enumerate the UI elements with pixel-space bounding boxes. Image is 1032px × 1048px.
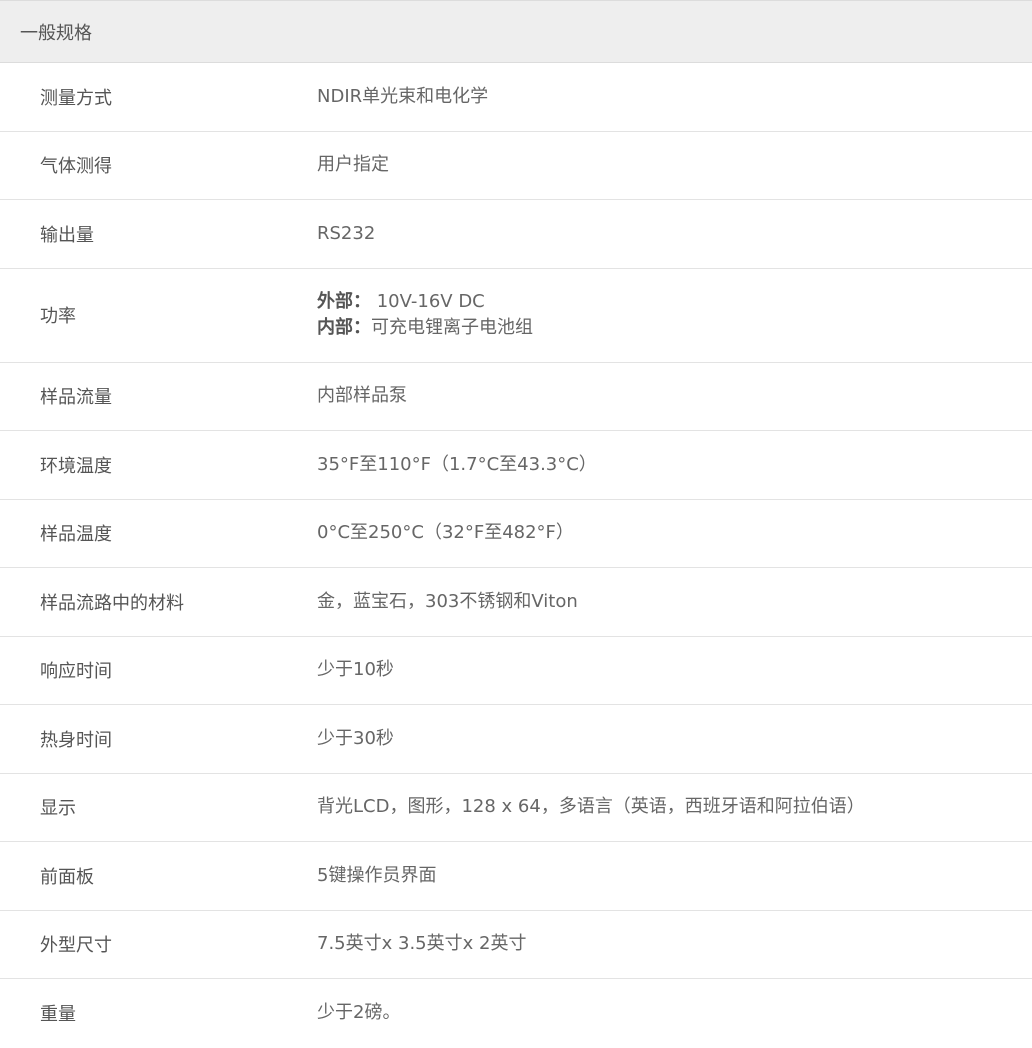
spec-value: RS232: [317, 222, 376, 244]
spec-label: 测量方式: [40, 87, 112, 109]
spec-value: 背光LCD，图形，128 x 64，多语言（英语，西班牙语和阿拉伯语）: [317, 796, 865, 818]
spec-table: 一般规格 测量方式 NDIR单光束和电化学 气体测得 用户指定 输出量 RS23…: [0, 0, 1032, 1048]
spec-label: 显示: [40, 798, 76, 820]
spec-label: 气体测得: [40, 156, 112, 178]
spec-label: 环境温度: [40, 455, 112, 477]
section-header: 一般规格: [0, 0, 1032, 63]
spec-value: 少于30秒: [317, 727, 394, 749]
spec-rows: 测量方式 NDIR单光束和电化学 气体测得 用户指定 输出量 RS232 功率 …: [0, 63, 1032, 1048]
spec-label: 功率: [40, 306, 76, 327]
spec-value: 外部： 10V-16V DC 内部：可充电锂离子电池组: [317, 289, 1032, 341]
spec-row-gases-measured: 气体测得 用户指定: [0, 132, 1032, 200]
spec-value: 金，蓝宝石，303不锈钢和Viton: [317, 590, 578, 612]
spec-row-ambient-temperature: 环境温度 35°F至110°F（1.7°C至43.3°C）: [0, 431, 1032, 500]
spec-row-display: 显示 背光LCD，图形，128 x 64，多语言（英语，西班牙语和阿拉伯语）: [0, 774, 1032, 842]
spec-label: 样品温度: [40, 524, 112, 546]
power-external-text: 10V-16V DC: [371, 291, 485, 312]
spec-row-weight: 重量 少于2磅。: [0, 979, 1032, 1048]
spec-value: 少于2磅。: [317, 1002, 401, 1024]
spec-label: 前面板: [40, 866, 94, 888]
section-title: 一般规格: [20, 22, 92, 44]
spec-label: 重量: [40, 1004, 76, 1026]
power-internal-key: 内部：: [317, 317, 371, 338]
spec-row-front-panel: 前面板 5键操作员界面: [0, 842, 1032, 911]
power-internal-text: 可充电锂离子电池组: [371, 317, 533, 338]
spec-row-measurement-method: 测量方式 NDIR单光束和电化学: [0, 63, 1032, 132]
spec-value: 0°C至250°C（32°F至482°F）: [317, 522, 574, 544]
spec-row-output: 输出量 RS232: [0, 200, 1032, 269]
spec-label: 热身时间: [40, 729, 112, 751]
power-internal-line: 内部：可充电锂离子电池组: [317, 315, 1032, 341]
spec-row-sample-temperature: 样品温度 0°C至250°C（32°F至482°F）: [0, 500, 1032, 568]
spec-row-materials: 样品流路中的材料 金，蓝宝石，303不锈钢和Viton: [0, 568, 1032, 637]
spec-value: 5键操作员界面: [317, 864, 437, 886]
spec-value: NDIR单光束和电化学: [317, 85, 489, 107]
spec-label: 响应时间: [40, 661, 112, 683]
spec-row-power: 功率 外部： 10V-16V DC 内部：可充电锂离子电池组: [0, 269, 1032, 363]
spec-label: 样品流路中的材料: [40, 592, 184, 614]
spec-row-sample-flow: 样品流量 内部样品泵: [0, 363, 1032, 431]
spec-row-response-time: 响应时间 少于10秒: [0, 637, 1032, 705]
spec-label: 输出量: [40, 224, 94, 246]
spec-row-dimensions: 外型尺寸 7.5英寸x 3.5英寸x 2英寸: [0, 911, 1032, 979]
spec-value: 用户指定: [317, 154, 389, 176]
spec-value: 35°F至110°F（1.7°C至43.3°C）: [317, 453, 597, 475]
power-external-line: 外部： 10V-16V DC: [317, 289, 1032, 315]
spec-value: 内部样品泵: [317, 385, 407, 407]
spec-label: 外型尺寸: [40, 935, 112, 957]
spec-value: 7.5英寸x 3.5英寸x 2英寸: [317, 933, 527, 955]
spec-label: 样品流量: [40, 387, 112, 409]
power-external-key: 外部：: [317, 291, 371, 312]
spec-row-warmup-time: 热身时间 少于30秒: [0, 705, 1032, 774]
spec-value: 少于10秒: [317, 659, 394, 681]
